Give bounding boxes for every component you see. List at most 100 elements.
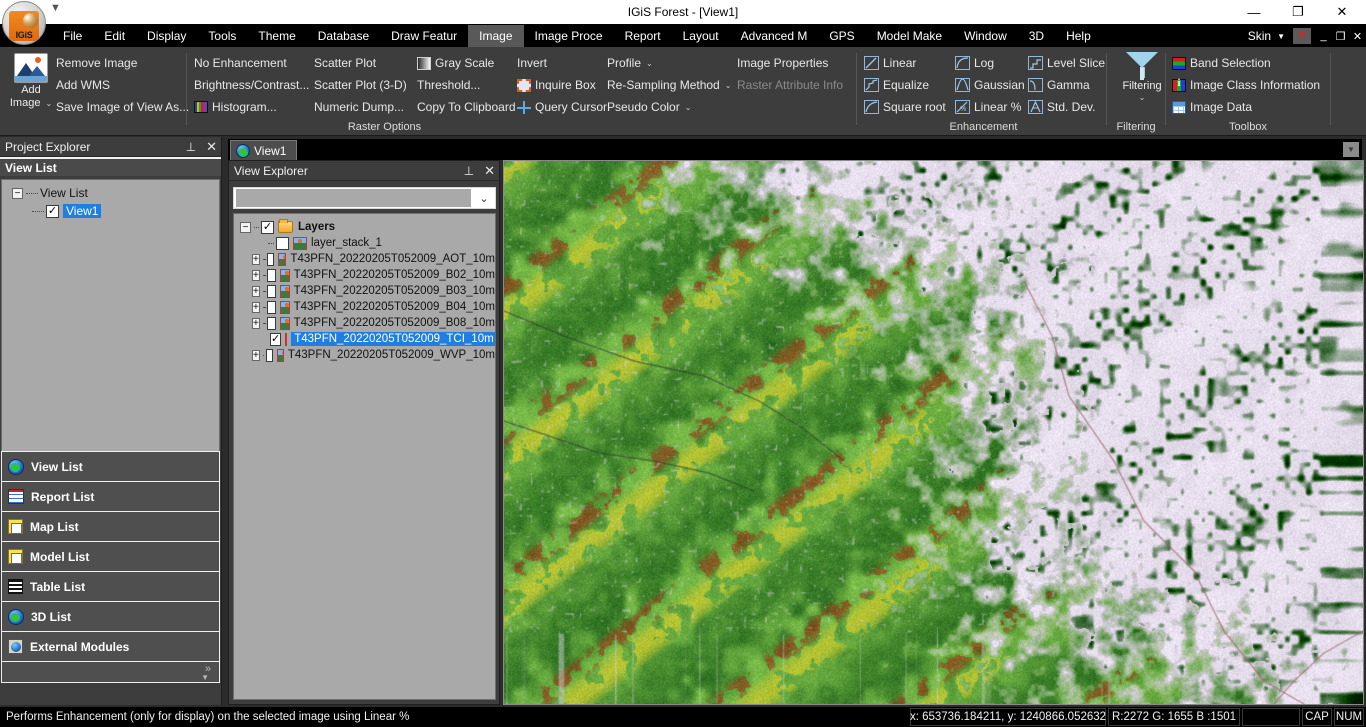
sidebar-item-table-list[interactable]: Table List xyxy=(1,571,220,601)
numeric-dump-button[interactable]: Numeric Dump... xyxy=(314,96,404,118)
menu-3d[interactable]: 3D xyxy=(1018,25,1055,47)
map-view-canvas[interactable] xyxy=(503,160,1364,705)
linear-button[interactable]: Linear xyxy=(864,52,916,74)
layer-row-b08[interactable]: + T43PFN_20220205T052009_B08_10m xyxy=(238,315,495,331)
profile-button[interactable]: Profile ⌄ xyxy=(607,52,653,74)
mdi-restore-button[interactable]: ❐ xyxy=(1332,27,1349,45)
sidebar-item-view-list[interactable]: View List xyxy=(1,451,220,481)
equalize-button[interactable]: Equalize xyxy=(864,74,929,96)
save-image-of-view-as-button[interactable]: Save Image of View As... xyxy=(56,96,189,118)
inquire-box-button[interactable]: Inquire Box xyxy=(517,74,596,96)
gaussian-button[interactable]: Gaussian xyxy=(955,74,1025,96)
pseudo-color-button[interactable]: Pseudo Color ⌄ xyxy=(607,96,691,118)
chevron-down-icon[interactable]: ⌄ xyxy=(473,192,495,205)
menu-report[interactable]: Report xyxy=(614,25,672,47)
expand-expander-icon[interactable]: + xyxy=(252,285,260,297)
menu-theme[interactable]: Theme xyxy=(247,25,306,47)
layers-tree[interactable]: − ✓ Layers layer_stack_1 + T43PFN_202202… xyxy=(233,213,496,700)
image-class-information-button[interactable]: Image Class Information xyxy=(1172,74,1320,96)
sidebar-item-map-list[interactable]: Map List xyxy=(1,511,220,541)
tree-node-view-list-root[interactable]: − View List xyxy=(6,184,219,202)
square-root-button[interactable]: Square root xyxy=(864,96,946,118)
layer-checkbox[interactable] xyxy=(266,252,275,266)
collapse-expander-icon[interactable]: − xyxy=(12,187,23,199)
threshold-button[interactable]: Threshold... xyxy=(417,74,480,96)
histogram-button[interactable]: Histogram... xyxy=(194,96,277,118)
remove-image-button[interactable]: Remove Image xyxy=(56,52,137,74)
collapse-expander-icon[interactable]: − xyxy=(240,221,251,233)
gamma-button[interactable]: Gamma xyxy=(1028,74,1090,96)
std-dev-button[interactable]: Std. Dev. xyxy=(1028,96,1095,118)
expand-expander-icon[interactable]: + xyxy=(252,301,260,313)
profile-caret-icon[interactable]: ⌄ xyxy=(646,59,653,68)
layer-row-aot[interactable]: + T43PFN_20220205T052009_AOT_10m xyxy=(238,251,495,267)
expand-expander-icon[interactable]: + xyxy=(252,269,260,281)
sidebar-item-model-list[interactable]: Model List xyxy=(1,541,220,571)
layer-checkbox[interactable] xyxy=(276,236,289,250)
overflow-caret-icon[interactable]: ▼ xyxy=(201,673,209,682)
menu-image-process[interactable]: Image Proce xyxy=(524,25,614,47)
mdi-minimize-button[interactable]: _ xyxy=(1315,27,1332,45)
sidebar-overflow-bar[interactable]: » ▼ xyxy=(1,661,220,683)
menu-display[interactable]: Display xyxy=(136,25,197,47)
layer-row-tci-selected[interactable]: ✓ T43PFN_20220205T052009_TCI_10m xyxy=(238,331,495,347)
no-enhancement-button[interactable]: No Enhancement xyxy=(194,52,287,74)
menu-edit[interactable]: Edit xyxy=(93,25,136,47)
menu-database[interactable]: Database xyxy=(307,25,380,47)
pseudo-color-caret-icon[interactable]: ⌄ xyxy=(685,103,692,112)
band-selection-button[interactable]: Band Selection xyxy=(1172,52,1271,74)
skin-selector[interactable]: Skin xyxy=(1240,26,1275,46)
close-button[interactable]: ✕ xyxy=(1320,0,1364,24)
query-cursor-button[interactable]: Query Cursor xyxy=(517,96,607,118)
expand-expander-icon[interactable]: + xyxy=(252,349,260,361)
expand-expander-icon[interactable]: + xyxy=(252,253,260,265)
menu-layout[interactable]: Layout xyxy=(672,25,730,47)
resampling-caret-icon[interactable]: ⌄ xyxy=(725,81,732,90)
close-icon[interactable]: ✕ xyxy=(484,163,495,179)
menu-file[interactable]: File xyxy=(52,25,93,47)
copy-to-clipboard-button[interactable]: Copy To Clipboard xyxy=(417,96,516,118)
layer-checkbox[interactable]: ✓ xyxy=(270,332,282,346)
close-icon[interactable]: ✕ xyxy=(206,139,217,155)
layer-row-layer-stack-1[interactable]: layer_stack_1 xyxy=(238,235,495,251)
filtering-caret-icon[interactable]: ⌄ xyxy=(1139,93,1146,102)
pin-icon[interactable]: ⊥ xyxy=(186,140,196,154)
menu-gps[interactable]: GPS xyxy=(818,25,865,47)
add-wms-button[interactable]: Add WMS xyxy=(56,74,110,96)
scatter-plot-3d-button[interactable]: Scatter Plot (3-D) xyxy=(314,74,407,96)
menu-advanced-m[interactable]: Advanced M xyxy=(730,25,819,47)
help-button[interactable]: ? xyxy=(1293,28,1311,44)
sidebar-item-report-list[interactable]: Report List xyxy=(1,481,220,511)
scatter-plot-button[interactable]: Scatter Plot xyxy=(314,52,376,74)
log-button[interactable]: Log xyxy=(955,52,994,74)
sidebar-item-3d-list[interactable]: 3D List xyxy=(1,601,220,631)
sidebar-item-external-modules[interactable]: External Modules xyxy=(1,631,220,661)
quick-access-toolbar-caret[interactable]: ▼ xyxy=(50,2,61,14)
brightness-contrast-button[interactable]: Brightness/Contrast... xyxy=(194,74,309,96)
menu-help[interactable]: Help xyxy=(1055,25,1102,47)
menu-image[interactable]: Image xyxy=(468,25,524,47)
minimize-button[interactable]: — xyxy=(1232,0,1276,24)
layer-checkbox[interactable] xyxy=(266,348,273,362)
maximize-button[interactable]: ❐ xyxy=(1276,0,1320,24)
resampling-method-button[interactable]: Re-Sampling Method ⌄ xyxy=(607,74,731,96)
layers-root-checkbox[interactable]: ✓ xyxy=(261,220,274,234)
view-selector-value[interactable] xyxy=(236,189,471,207)
linear-percent-button[interactable]: % Linear % xyxy=(955,96,1021,118)
layer-checkbox[interactable] xyxy=(267,316,277,330)
level-slice-button[interactable]: Level Slice xyxy=(1028,52,1105,74)
tree-node-view1[interactable]: ✓ View1 xyxy=(6,202,219,220)
image-properties-button[interactable]: Image Properties xyxy=(737,52,828,74)
tab-dropdown-button[interactable]: ▼ xyxy=(1343,142,1359,157)
layer-row-wvp[interactable]: + T43PFN_20220205T052009_WVP_10m xyxy=(238,347,495,363)
app-logo-orb[interactable]: IGiS xyxy=(2,1,46,45)
menu-window[interactable]: Window xyxy=(953,25,1018,47)
menu-model-make[interactable]: Model Make xyxy=(866,25,953,47)
layer-checkbox[interactable] xyxy=(267,268,277,282)
view-selector-combobox[interactable]: ⌄ xyxy=(233,187,496,209)
add-image-caret-icon[interactable]: ⌄ xyxy=(45,99,52,108)
layer-checkbox[interactable] xyxy=(267,300,277,314)
invert-button[interactable]: Invert xyxy=(517,52,547,74)
layer-checkbox[interactable] xyxy=(267,284,277,298)
tree-node-layers-root[interactable]: − ✓ Layers xyxy=(238,219,495,235)
